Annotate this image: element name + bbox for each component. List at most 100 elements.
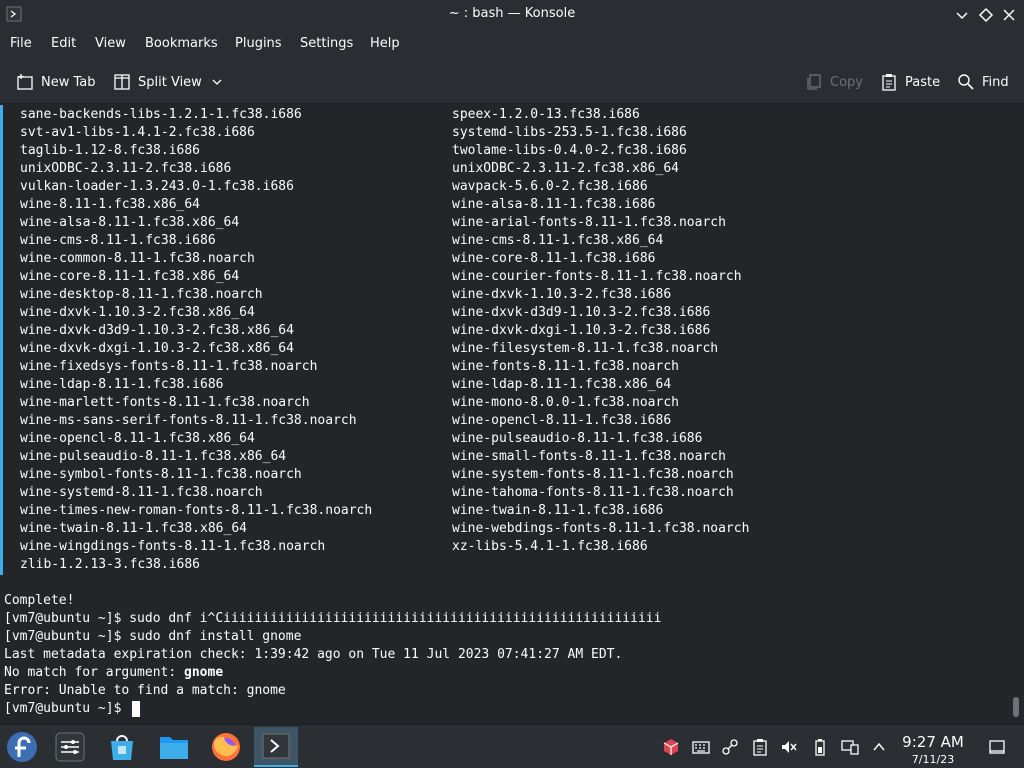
package-entry: vulkan-loader-1.3.243.0-1.fc38.i686 [20,179,294,194]
package-entry: wine-pulseaudio-8.11-1.fc38.i686 [452,431,703,446]
terminal-output[interactable]: Complete! [vm7@ubuntu ~]$ sudo dnf i^Cii… [0,105,1008,724]
package-entry: wavpack-5.6.0-2.fc38.i686 [452,179,648,194]
package-entry: wine-marlett-fonts-8.11-1.fc38.noarch [20,395,310,410]
package-entry: unixODBC-2.3.11-2.fc38.i686 [20,161,232,176]
package-entry: wine-opencl-8.11-1.fc38.x86_64 [20,431,255,446]
find-button[interactable]: Find [957,72,1009,92]
package-entry: wine-ldap-8.11-1.fc38.x86_64 [452,377,672,392]
scrollbar-thumb[interactable] [1013,697,1019,717]
window-title: ~ : bash — Konsole [448,6,576,21]
firefox-task[interactable] [204,727,248,767]
battery-icon[interactable] [811,738,829,756]
copy-label: Copy [830,74,863,90]
file-manager-task[interactable] [152,727,196,767]
file-manager-icon [160,737,188,759]
package-entry: wine-webdings-fonts-8.11-1.fc38.noarch [452,521,750,536]
search-icon [958,74,974,90]
package-entry: wine-dxvk-dxgi-1.10.3-2.fc38.i686 [452,323,711,338]
menu-view[interactable]: View [95,36,126,51]
package-entry: unixODBC-2.3.11-2.fc38.x86_64 [452,161,679,176]
package-entry: wine-systemd-8.11-1.fc38.noarch [20,485,263,500]
konsole-task[interactable] [254,727,298,767]
paste-button[interactable]: Paste [880,72,940,92]
terminal-scrollbar[interactable] [1008,105,1024,724]
paste-label: Paste [905,74,941,90]
menu-bookmarks[interactable]: Bookmarks [145,36,218,51]
package-entry: wine-arial-fonts-8.11-1.fc38.noarch [452,215,726,230]
network-icon[interactable] [721,738,739,756]
show-desktop-icon[interactable] [988,738,1006,756]
split-view-label: Split View [138,74,202,90]
split-view-button[interactable]: Split View [113,72,230,92]
clock-date[interactable]: 7/11/23 [898,753,968,766]
konsole-icon [262,733,290,759]
package-entry: wine-fonts-8.11-1.fc38.noarch [452,359,679,374]
package-entry: wine-fixedsys-fonts-8.11-1.fc38.noarch [20,359,318,374]
no-match-argument: gnome [184,665,224,680]
menu-help[interactable]: Help [370,36,400,51]
new-tab-label: New Tab [41,74,96,90]
package-entry: wine-dxvk-1.10.3-2.fc38.x86_64 [20,305,255,320]
no-match-line: No match for argument: gnome [4,664,223,682]
discover-store-icon [111,735,133,760]
discover-task[interactable] [100,727,144,767]
package-entry: wine-tahoma-fonts-8.11-1.fc38.noarch [452,485,734,500]
package-entry: wine-alsa-8.11-1.fc38.x86_64 [20,215,240,230]
chevron-up-icon[interactable] [870,738,888,756]
package-entry: zlib-1.2.13-3.fc38.i686 [20,557,201,572]
fedora-launcher-icon [7,732,37,762]
minimize-icon[interactable] [953,6,971,24]
system-settings-task[interactable] [48,727,92,767]
paste-icon [882,74,896,91]
new-tab-icon [17,74,33,90]
package-entry: wine-core-8.11-1.fc38.i686 [452,251,656,266]
taskbar: 9:27 AM 7/11/23 [0,724,1024,768]
maximize-icon[interactable] [977,6,995,24]
package-entry: systemd-libs-253.5-1.fc38.i686 [452,125,687,140]
title-bar[interactable]: ~ : bash — Konsole [0,0,1024,30]
package-entry: wine-twain-8.11-1.fc38.i686 [452,503,664,518]
copy-button[interactable]: Copy [805,72,863,92]
application-launcher[interactable] [0,727,44,767]
package-entry: twolame-libs-0.4.0-2.fc38.i686 [452,143,687,158]
menu-settings[interactable]: Settings [300,36,353,51]
package-entry: wine-wingdings-fonts-8.11-1.fc38.noarch [20,539,326,554]
complete-line: Complete! [4,593,75,608]
clock-time[interactable]: 9:27 AM [898,733,968,751]
chevron-down-icon [212,79,222,85]
package-entry: speex-1.2.0-13.fc38.i686 [452,107,640,122]
display-configuration-icon[interactable] [841,738,859,756]
menu-edit[interactable]: Edit [51,36,76,51]
prompt-line: [vm7@ubuntu ~]$ [4,701,130,716]
terminal-accent-bar [0,105,3,575]
new-tab-button[interactable]: New Tab [16,72,96,92]
menu-bar: File Edit View Bookmarks Plugins Setting… [0,30,1024,60]
error-line: Error: Unable to find a match: gnome [4,683,286,698]
find-label: Find [982,74,1009,90]
package-updates-icon[interactable] [662,738,680,756]
package-entry: wine-desktop-8.11-1.fc38.noarch [20,287,263,302]
package-entry: wine-cms-8.11-1.fc38.x86_64 [452,233,664,248]
package-entry: wine-core-8.11-1.fc38.x86_64 [20,269,240,284]
metadata-line: Last metadata expiration check: 1:39:42 … [4,647,623,662]
menu-plugins[interactable]: Plugins [235,36,282,51]
package-entry: wine-ldap-8.11-1.fc38.i686 [20,377,224,392]
close-icon[interactable] [1000,6,1018,24]
package-entry: wine-pulseaudio-8.11-1.fc38.x86_64 [20,449,287,464]
keyboard-icon[interactable] [692,738,710,756]
no-match-prefix: No match for argument: [4,665,185,680]
firefox-icon [212,733,240,761]
clipboard-icon[interactable] [751,738,769,756]
copy-icon [807,74,821,90]
package-entry: wine-small-fonts-8.11-1.fc38.noarch [452,449,726,464]
menu-file[interactable]: File [10,36,32,51]
package-entry: wine-opencl-8.11-1.fc38.i686 [452,413,672,428]
package-entry: wine-common-8.11-1.fc38.noarch [20,251,255,266]
package-entry: wine-mono-8.0.0-1.fc38.noarch [452,395,679,410]
volume-muted-icon[interactable] [780,738,798,756]
package-entry: wine-filesystem-8.11-1.fc38.noarch [452,341,719,356]
package-entry: wine-dxvk-1.10.3-2.fc38.i686 [452,287,672,302]
konsole-window: ~ : bash — Konsole File Edit View Bookma… [0,0,1024,724]
package-entry: wine-dxvk-dxgi-1.10.3-2.fc38.x86_64 [20,341,294,356]
package-entry: wine-ms-sans-serif-fonts-8.11-1.fc38.noa… [20,413,357,428]
